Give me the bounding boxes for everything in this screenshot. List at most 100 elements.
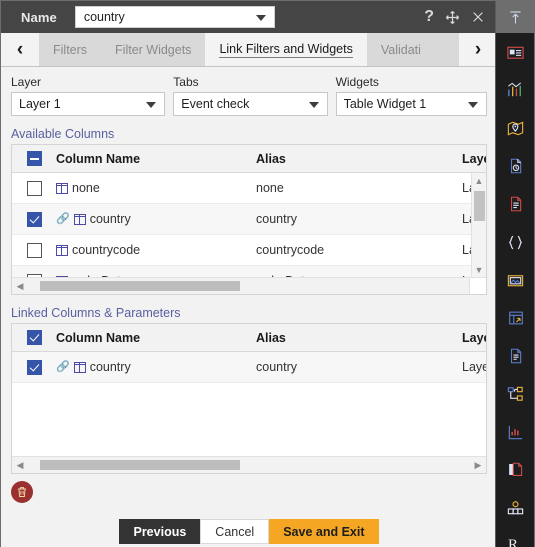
selector-row: Layer Layer 1 Tabs Event check Widgets T…	[1, 67, 497, 116]
tabs-select[interactable]: Event check	[173, 92, 328, 116]
widgets-select-value: Table Widget 1	[343, 97, 427, 111]
scroll-left-arrow-icon[interactable]: ◀	[12, 281, 28, 292]
tab-validation-label: Validati	[380, 42, 421, 57]
header-icon-group: ?	[424, 9, 497, 25]
scrollbar-corner	[469, 278, 486, 294]
layer-select[interactable]: Layer 1	[11, 92, 166, 116]
horizontal-scrollbar-track[interactable]	[28, 281, 470, 291]
sidebar-item-chart-bar[interactable]	[496, 71, 535, 109]
table-row[interactable]: orderDate orderDate Lay	[12, 266, 486, 277]
column-icon	[73, 213, 86, 225]
close-icon[interactable]	[471, 10, 485, 24]
available-vertical-scrollbar[interactable]: ▲ ▼	[471, 173, 486, 277]
scroll-left-arrow-icon[interactable]: ◀	[12, 460, 28, 471]
row-checkbox[interactable]	[26, 242, 42, 258]
sidebar-item-document-lines[interactable]	[496, 185, 535, 223]
layout-panel-icon	[506, 43, 525, 62]
table-row[interactable]: none none Lay	[12, 173, 486, 204]
previous-button[interactable]: Previous	[119, 519, 201, 544]
table-insert-icon	[507, 309, 525, 327]
horizontal-scrollbar-thumb[interactable]	[40, 460, 240, 470]
row-checkbox[interactable]	[26, 180, 42, 196]
tab-filters[interactable]: Filters	[39, 33, 102, 66]
row-alias: countrycode	[256, 243, 325, 257]
row-alias: country	[256, 212, 297, 226]
scroll-down-arrow-icon[interactable]: ▼	[472, 262, 486, 277]
row-checkbox[interactable]	[26, 211, 42, 227]
tab-scroll-right-button[interactable]: ›	[459, 33, 497, 66]
horizontal-scrollbar-track[interactable]	[28, 460, 470, 470]
dialog-header: Name country ?	[1, 1, 497, 33]
tab-filter-widgets-label: Filter Widgets	[115, 42, 192, 57]
linked-header-column-name: Column Name	[56, 330, 141, 345]
row-checkbox-cell	[12, 242, 56, 258]
sidebar-item-map-pin[interactable]	[496, 109, 535, 147]
horizontal-scrollbar-thumb[interactable]	[40, 281, 240, 291]
table-row[interactable]: 🔗 country country Layer 1	[12, 352, 486, 383]
linked-header-layer: Layer	[462, 330, 486, 345]
linked-columns-rows: 🔗 country country Layer 1	[12, 352, 486, 456]
key-link-icon: 🔗	[56, 212, 70, 225]
sidebar-item-layout-panel[interactable]	[496, 33, 535, 71]
scroll-right-arrow-icon[interactable]: ▶	[470, 460, 486, 471]
toolbar-row	[1, 474, 497, 503]
document-refresh-icon	[507, 157, 525, 175]
sidebar-item-document-refresh[interactable]	[496, 147, 535, 185]
tree-structure-icon	[506, 385, 525, 404]
linked-select-all-cell	[12, 330, 56, 345]
save-and-exit-button[interactable]: Save and Exit	[269, 519, 379, 544]
available-horizontal-scrollbar[interactable]: ◀ ▶	[12, 277, 486, 294]
delete-icon[interactable]	[11, 481, 33, 503]
available-select-all-cell	[12, 151, 56, 166]
dialog-body: Layer Layer 1 Tabs Event check Widgets T…	[1, 67, 497, 547]
available-select-all-checkbox[interactable]	[26, 151, 42, 166]
column-icon	[73, 361, 86, 373]
help-icon[interactable]: ?	[424, 9, 434, 25]
sidebar-item-copy-document[interactable]	[496, 451, 535, 489]
tab-scroll-left-button[interactable]: ‹	[1, 33, 39, 66]
name-combobox[interactable]: country	[74, 6, 275, 28]
chart-bar-icon	[506, 81, 525, 100]
vertical-scrollbar-thumb[interactable]	[474, 191, 485, 221]
sidebar-item-cubes[interactable]	[496, 489, 535, 527]
tab-filter-widgets[interactable]: Filter Widgets	[101, 33, 206, 66]
tab-validation[interactable]: Validati	[366, 33, 435, 66]
code-braces-icon	[506, 233, 525, 252]
table-row[interactable]: countrycode countrycode Lay	[12, 235, 486, 266]
prescription-rx-icon: Rx	[507, 536, 523, 547]
sidebar-item-chart-line[interactable]	[496, 413, 535, 451]
name-combobox-value: country	[83, 10, 125, 24]
widgets-select[interactable]: Table Widget 1	[335, 92, 487, 116]
tab-list: Filters Filter Widgets Link Filters and …	[39, 33, 435, 66]
sidebar-item-prescription-rx[interactable]: Rx	[496, 527, 535, 547]
document-list-icon	[507, 347, 525, 365]
sidebar-item-document-list[interactable]	[496, 337, 535, 375]
row-layer: Layer 1	[462, 360, 486, 374]
linked-horizontal-scrollbar[interactable]: ◀ ▶	[12, 456, 486, 473]
sidebar-item-pin-top[interactable]	[496, 1, 535, 33]
row-checkbox-cell	[12, 180, 56, 196]
layer-select-value: Layer 1	[19, 97, 61, 111]
widgets-select-label: Widgets	[335, 75, 379, 89]
cancel-button[interactable]: Cancel	[200, 519, 270, 544]
row-checkbox[interactable]	[26, 359, 42, 375]
row-column-name-cell: 🔗 country	[56, 360, 256, 374]
sidebar-item-image[interactable]	[496, 261, 535, 299]
row-column-name: country	[89, 212, 131, 226]
widgets-select-group: Widgets Table Widget 1	[335, 75, 487, 116]
sidebar-item-tree-structure[interactable]	[496, 375, 535, 413]
row-column-name: countrycode	[72, 243, 141, 257]
dialog-button-row: Previous Cancel Save and Exit	[1, 519, 497, 544]
row-checkbox-cell	[12, 211, 56, 227]
linked-header-alias: Alias	[256, 330, 286, 345]
linked-columns-title: Linked Columns & Parameters	[11, 306, 181, 320]
sidebar-item-table-insert[interactable]	[496, 299, 535, 337]
pin-top-icon	[507, 9, 524, 26]
document-lines-icon	[507, 195, 525, 213]
scroll-up-arrow-icon[interactable]: ▲	[472, 173, 486, 188]
linked-select-all-checkbox[interactable]	[26, 330, 42, 345]
sidebar-item-code-braces[interactable]	[496, 223, 535, 261]
tab-link-filters-and-widgets[interactable]: Link Filters and Widgets	[205, 33, 367, 66]
table-row[interactable]: 🔗 country country Lay	[12, 204, 486, 235]
move-icon[interactable]	[445, 10, 460, 25]
